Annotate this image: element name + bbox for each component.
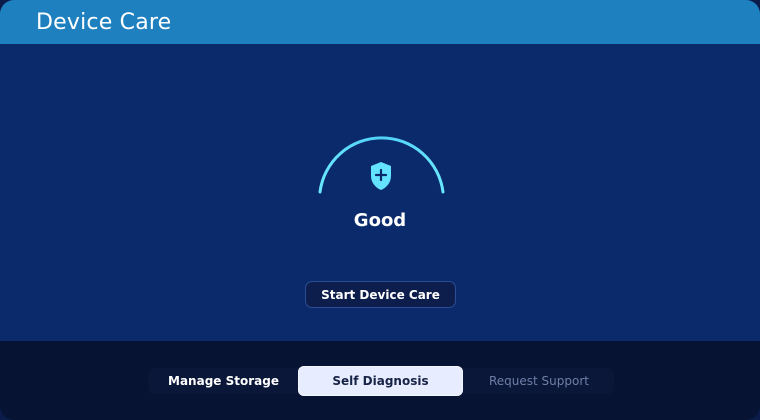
header-bar: Device Care (0, 0, 760, 44)
device-status-panel: Good Start Device Care (0, 44, 760, 341)
bottom-tabbar-area: Manage Storage Self Diagnosis Request Su… (0, 341, 760, 420)
device-care-main: Good Start Device Care (0, 44, 760, 341)
tab-self-diagnosis[interactable]: Self Diagnosis (298, 366, 463, 396)
tab-request-support-label: Request Support (489, 374, 589, 388)
start-device-care-label: Start Device Care (321, 287, 440, 302)
shield-plus-icon (371, 162, 391, 190)
tab-request-support[interactable]: Request Support (464, 368, 614, 394)
page-title: Device Care (36, 10, 172, 35)
tab-manage-storage[interactable]: Manage Storage (148, 368, 299, 394)
bottom-tabbar: Manage Storage Self Diagnosis Request Su… (148, 366, 614, 396)
start-device-care-button[interactable]: Start Device Care (305, 281, 456, 308)
device-care-screen: Device Care Good Start Device Care Manag… (0, 0, 760, 420)
tab-manage-storage-label: Manage Storage (168, 374, 279, 388)
tab-self-diagnosis-label: Self Diagnosis (332, 374, 429, 388)
device-status-text: Good (353, 210, 407, 231)
